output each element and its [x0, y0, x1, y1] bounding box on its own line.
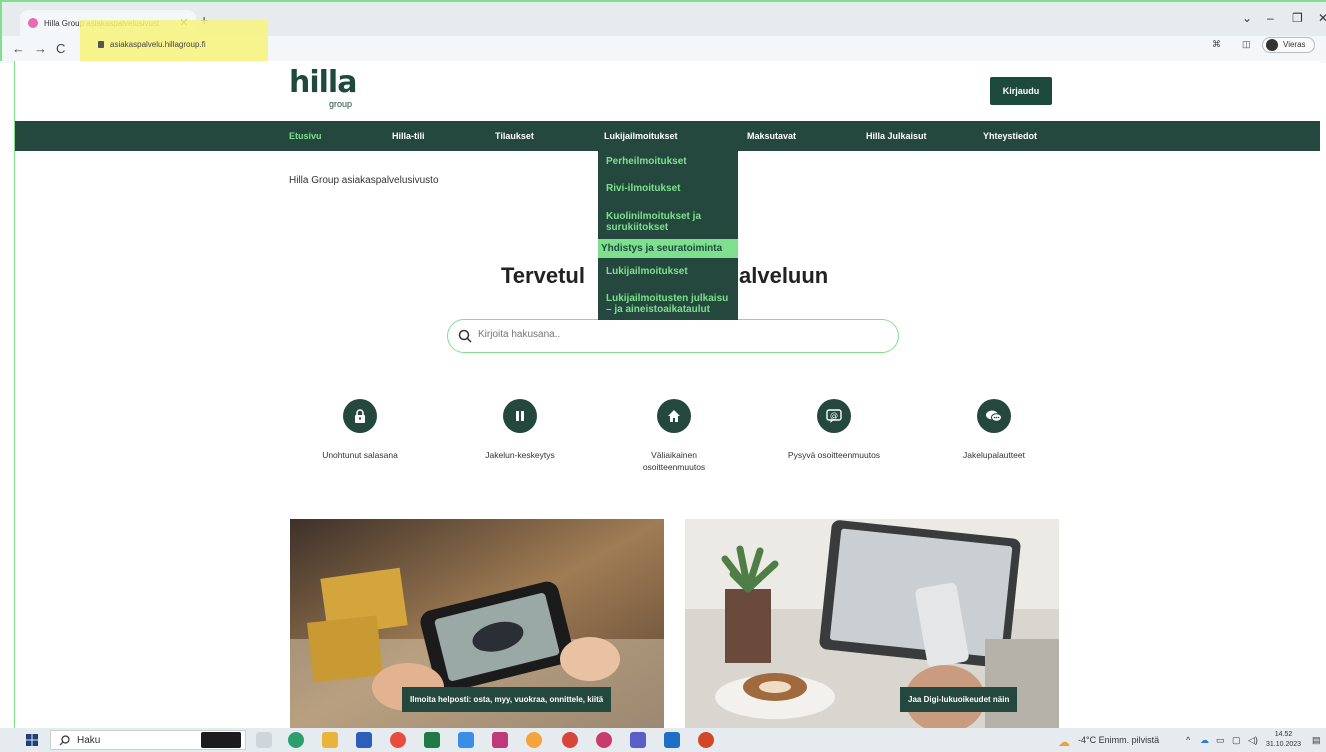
promo-badge[interactable]: Jaa Digi-lukuoikeudet näin: [900, 687, 1018, 712]
adobe-icon[interactable]: [562, 732, 578, 748]
quick-action-label: Väliaikainen osoitteenmuutos: [642, 450, 706, 472]
dropdown-item-lukijailmoitukset[interactable]: Lukijailmoitukset: [598, 258, 738, 285]
svg-text:@: @: [830, 411, 838, 420]
logo-subtext: group: [329, 99, 353, 109]
clock-date: 31.10.2023: [1266, 741, 1302, 748]
ie-icon[interactable]: [458, 732, 474, 748]
nav-tilaukset[interactable]: Tilaukset: [495, 131, 534, 141]
site-header: hilla group Kirjaudu: [15, 61, 1320, 121]
search-highlight-icon: [201, 732, 241, 748]
quick-action-permanent-address[interactable]: @ Pysyvä osoitteenmuutos: [779, 399, 889, 461]
pause-icon: [503, 399, 537, 433]
favicon-icon: [28, 18, 38, 28]
close-window-icon[interactable]: ✕: [1318, 11, 1326, 25]
promo-card-ads[interactable]: Ilmoita helposti: osta, myy, vuokraa, on…: [290, 519, 664, 728]
promo-badge[interactable]: Ilmoita helposti: osta, myy, vuokraa, on…: [402, 687, 612, 712]
dropdown-item-perheilmoitukset[interactable]: Perheilmoitukset: [598, 151, 738, 175]
dropdown-item-rivi-ilmoitukset[interactable]: Rivi-ilmoitukset: [598, 175, 738, 202]
nav-lukijailmoitukset[interactable]: Lukijailmoitukset: [604, 131, 678, 141]
quick-action-label: Pysyvä osoitteenmuutos: [787, 450, 881, 460]
app2-icon[interactable]: [596, 732, 612, 748]
chrome-active-icon[interactable]: [526, 732, 542, 748]
word-icon[interactable]: [356, 732, 372, 748]
chat-icon: [977, 399, 1011, 433]
logo-wordmark: hilla: [289, 65, 357, 100]
side-panel-icon[interactable]: ◫: [1242, 39, 1251, 50]
display-icon[interactable]: ▢: [1232, 735, 1241, 746]
nav-hilla-tili[interactable]: Hilla-tili: [392, 131, 425, 141]
restore-icon[interactable]: ❐: [1292, 11, 1303, 25]
profile-button[interactable]: Vieras: [1262, 37, 1315, 53]
url-text: asiakaspalvelu.hillagroup.fi: [110, 40, 206, 49]
lock-icon: [98, 41, 104, 48]
page-title-right: alveluun: [739, 263, 829, 288]
back-icon[interactable]: ←: [12, 41, 25, 56]
onedrive-icon[interactable]: ☁: [1200, 735, 1209, 746]
breadcrumb: Hilla Group asiakaspalvelusivusto: [289, 175, 439, 186]
avatar-icon: [1266, 39, 1278, 51]
taskbar: Haku ☁ -4°C Enimm. pilvistä ^ ☁ ▭ ▢ ◁) 1…: [0, 728, 1326, 752]
promo-card-digi[interactable]: Jaa Digi-lukuoikeudet näin: [685, 519, 1059, 728]
reload-icon[interactable]: C: [56, 41, 65, 56]
tab-search-icon[interactable]: ⌄: [1242, 11, 1252, 25]
dropdown-item-kuolinilmoitukset[interactable]: Kuolinilmoitukset ja surukiitokset: [598, 202, 738, 239]
dropdown-item-aikataulut[interactable]: Lukijailmoitusten julkaisu – ja aineisto…: [598, 285, 738, 320]
network-icon[interactable]: ▭: [1216, 735, 1225, 746]
quick-action-temporary-address[interactable]: Väliaikainen osoitteenmuutos: [619, 399, 729, 473]
home-icon: [657, 399, 691, 433]
file-explorer-icon[interactable]: [322, 732, 338, 748]
app-icon[interactable]: [492, 732, 508, 748]
excel-icon[interactable]: [424, 732, 440, 748]
quick-action-delivery-feedback[interactable]: Jakelupalautteet: [939, 399, 1049, 461]
nav-dropdown-lukijailmoitukset: Perheilmoitukset Rivi-ilmoitukset Kuolin…: [598, 151, 738, 320]
nav-yhteystiedot[interactable]: Yhteystiedot: [983, 131, 1037, 141]
taskbar-search[interactable]: Haku: [50, 730, 246, 750]
nav-hilla-julkaisut[interactable]: Hilla Julkaisut: [866, 131, 927, 141]
weather-icon: ☁: [1058, 735, 1070, 749]
taskbar-clock[interactable]: 14.52 31.10.2023: [1266, 730, 1301, 750]
at-sign-icon: @: [817, 399, 851, 433]
nav-etusivu[interactable]: Etusivu: [289, 131, 322, 141]
task-view-icon[interactable]: [256, 732, 272, 748]
profile-label: Vieras: [1283, 40, 1306, 49]
site-logo[interactable]: hilla group: [289, 65, 357, 110]
search-box[interactable]: [447, 319, 899, 353]
quick-action-label: Jakelun-keskeytys: [485, 450, 555, 460]
quick-action-label: Unohtunut salasana: [322, 450, 398, 460]
address-bar[interactable]: asiakaspalvelu.hillagroup.fi: [98, 40, 206, 49]
search-icon: [458, 329, 472, 343]
taskbar-search-label: Haku: [77, 735, 101, 746]
search-icon: [59, 735, 70, 746]
chrome-icon[interactable]: [390, 732, 406, 748]
quick-action-forgot-password[interactable]: Unohtunut salasana: [305, 399, 415, 461]
extensions-icon[interactable]: ⌘: [1212, 39, 1221, 50]
teams-icon[interactable]: [630, 732, 646, 748]
edge-icon[interactable]: [288, 732, 304, 748]
outlook-icon[interactable]: [664, 732, 680, 748]
web-page: hilla group Kirjaudu Etusivu Hilla-tili …: [14, 61, 1320, 728]
login-button[interactable]: Kirjaudu: [990, 77, 1052, 105]
forward-icon[interactable]: →: [34, 41, 47, 56]
powerpoint-icon[interactable]: [698, 732, 714, 748]
volume-icon[interactable]: ◁): [1248, 735, 1258, 746]
dropdown-item-yhdistys[interactable]: Yhdistys ja seuratoiminta: [598, 239, 738, 258]
search-input[interactable]: [478, 329, 598, 340]
nav-maksutavat[interactable]: Maksutavat: [747, 131, 796, 141]
clock-time: 14.52: [1274, 731, 1293, 738]
quick-action-delivery-pause[interactable]: Jakelun-keskeytys: [465, 399, 575, 461]
weather-text[interactable]: -4°C Enimm. pilvistä: [1078, 735, 1159, 745]
notifications-icon[interactable]: ▤: [1312, 735, 1321, 746]
quick-action-label: Jakelupalautteet: [963, 450, 1025, 460]
minimize-icon[interactable]: –: [1267, 11, 1274, 25]
page-title-left: Tervetul: [501, 263, 585, 288]
main-nav: Etusivu Hilla-tili Tilaukset Lukijailmoi…: [15, 121, 1320, 151]
windows-start-icon[interactable]: [26, 734, 38, 746]
lock-icon: [343, 399, 377, 433]
tray-chevron-icon[interactable]: ^: [1186, 735, 1190, 745]
